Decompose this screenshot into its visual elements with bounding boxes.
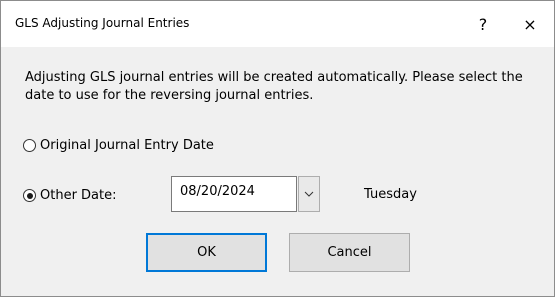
- help-button[interactable]: ?: [461, 9, 505, 39]
- original-date-radio[interactable]: [23, 139, 36, 152]
- date-dropdown-button[interactable]: [298, 176, 320, 212]
- window-title: GLS Adjusting Journal Entries: [15, 16, 190, 30]
- ok-button[interactable]: OK: [146, 233, 267, 272]
- dialog-window: GLS Adjusting Journal Entries ? × Adjust…: [0, 0, 555, 297]
- dialog-content: Adjusting GLS journal entries will be cr…: [1, 47, 554, 296]
- original-date-option[interactable]: Original Journal Entry Date: [23, 138, 214, 153]
- other-date-option[interactable]: Other Date:: [23, 188, 117, 203]
- close-icon: ×: [523, 14, 537, 34]
- close-button[interactable]: ×: [508, 9, 552, 39]
- other-date-label: Other Date:: [40, 188, 117, 203]
- instruction-message: Adjusting GLS journal entries will be cr…: [25, 70, 523, 103]
- other-date-radio[interactable]: [23, 189, 36, 202]
- chevron-down-icon: [304, 191, 314, 197]
- date-input[interactable]: 08/20/2024: [171, 176, 297, 212]
- cancel-button[interactable]: Cancel: [289, 233, 410, 272]
- weekday-label: Tuesday: [364, 187, 417, 202]
- original-date-label: Original Journal Entry Date: [40, 138, 214, 153]
- help-icon: ?: [478, 14, 488, 34]
- title-bar: GLS Adjusting Journal Entries ? ×: [1, 1, 554, 47]
